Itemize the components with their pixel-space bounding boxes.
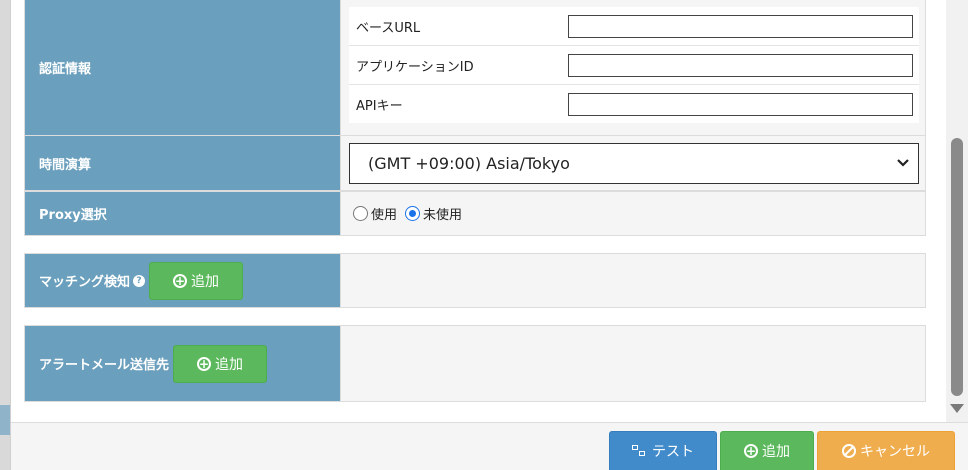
question-circle-icon[interactable]: ? (133, 274, 146, 287)
auth-row: 認証情報 ベースURL アプリケーションID APIキー (24, 0, 926, 136)
proxy-use-radio[interactable] (353, 206, 368, 221)
time-header: 時間演算 (25, 136, 341, 190)
api-key-line: APIキー (349, 85, 919, 124)
auth-panel: ベースURL アプリケーションID APIキー (349, 7, 919, 123)
api-key-label: APIキー (356, 99, 403, 114)
background-element (0, 405, 10, 435)
time-row: 時間演算 (GMT +09:00) Asia/Tokyo (24, 135, 926, 191)
alert-header-label: アラートメール送信先 (39, 358, 170, 373)
add-button-label: 追加 (762, 444, 790, 460)
auth-body: ベースURL アプリケーションID APIキー (341, 0, 925, 135)
app-id-label: アプリケーションID (356, 59, 474, 75)
proxy-radio-group: 使用 未使用 (353, 204, 470, 223)
api-key-input[interactable] (568, 93, 913, 116)
matching-header-label: マッチング検知 (39, 275, 131, 290)
proxy-unused-radio[interactable] (405, 206, 421, 221)
matching-add-label: 追加 (191, 273, 220, 290)
matching-header: マッチング検知 ? + 追加 (25, 254, 341, 307)
alert-body (341, 326, 925, 401)
vertical-scrollbar[interactable] (946, 0, 968, 422)
modal-footer: テスト + 追加 キャンセル (11, 422, 968, 470)
proxy-unused-label: 未使用 (423, 208, 463, 223)
app-id-input[interactable] (568, 53, 913, 77)
add-button[interactable]: + 追加 (720, 431, 814, 470)
plus-circle-icon: + (744, 444, 758, 458)
ban-icon (842, 444, 856, 458)
base-url-line: ベースURL (349, 7, 919, 46)
timezone-select[interactable]: (GMT +09:00) Asia/Tokyo (349, 143, 919, 184)
cancel-button[interactable]: キャンセル (817, 431, 955, 470)
plus-circle-icon: + (197, 356, 212, 371)
alert-row: アラートメール送信先 + 追加 (24, 325, 926, 402)
matching-body (341, 254, 925, 307)
base-url-label: ベースURL (356, 20, 421, 36)
proxy-use-label: 使用 (371, 208, 398, 223)
proxy-body: 使用 未使用 (341, 192, 925, 235)
cancel-button-label: キャンセル (860, 444, 930, 460)
base-url-input[interactable] (568, 14, 913, 38)
background-page-edge (0, 0, 10, 470)
auth-header: 認証情報 (25, 0, 341, 135)
app-id-line: アプリケーションID (349, 46, 919, 85)
test-button-label: テスト (652, 444, 694, 460)
scrollbar-thumb[interactable] (951, 138, 963, 396)
alert-add-button[interactable]: + 追加 (173, 344, 268, 383)
proxy-row: Proxy選択 使用 未使用 (24, 191, 926, 236)
matching-add-button[interactable]: + 追加 (149, 261, 244, 300)
scroll-down-arrow-icon[interactable] (950, 404, 964, 413)
time-body: (GMT +09:00) Asia/Tokyo (341, 136, 925, 190)
alert-add-label: 追加 (215, 356, 244, 373)
test-button[interactable]: テスト (609, 431, 717, 470)
plus-circle-icon: + (173, 273, 188, 288)
matching-row: マッチング検知 ? + 追加 (24, 253, 926, 308)
sitemap-icon (632, 445, 646, 457)
proxy-header: Proxy選択 (25, 192, 341, 235)
modal-body: 認証情報 ベースURL アプリケーションID APIキー 時間演算 (GMT +… (11, 0, 946, 422)
modal-dialog: 認証情報 ベースURL アプリケーションID APIキー 時間演算 (GMT +… (10, 0, 968, 470)
timezone-selected-value: (GMT +09:00) Asia/Tokyo (368, 154, 570, 173)
alert-header: アラートメール送信先 + 追加 (25, 326, 341, 401)
chevron-down-icon (897, 159, 909, 167)
